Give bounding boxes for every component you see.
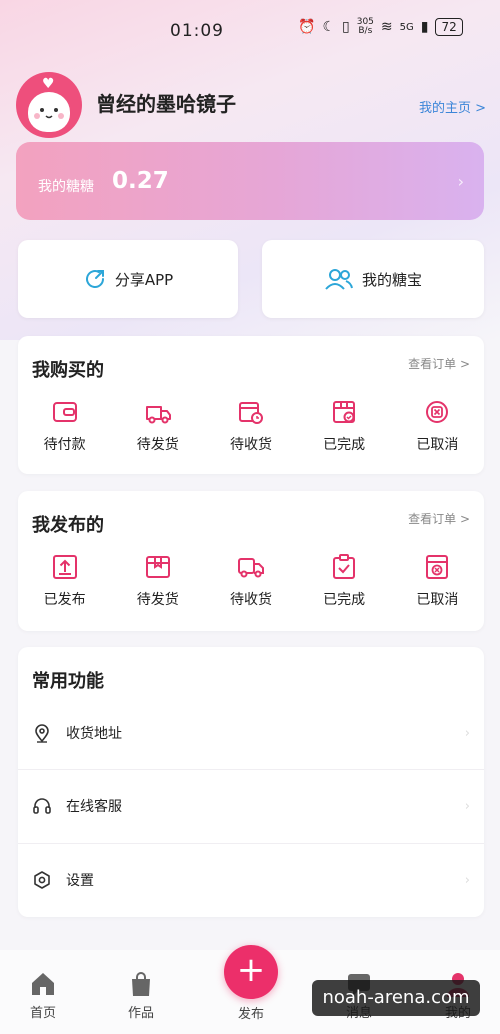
bought-title: 我购买的 [32, 360, 104, 381]
sugar-label: 我的糖糖 [38, 179, 94, 195]
vibrate-icon: ▯ [342, 19, 350, 35]
delivery-truck-icon [237, 558, 264, 578]
common-functions-card: 常用功能 收货地址 › 在线客服 › 设置 › [18, 647, 484, 917]
moon-icon: ☾ [322, 19, 335, 35]
share-icon [85, 270, 104, 288]
cat-avatar-icon [28, 92, 70, 132]
chevron-right-icon: › [464, 798, 470, 814]
profile-header: ♥ 曾经的墨哈镜子 我的主页 > [16, 70, 486, 140]
tab-works[interactable]: 作品 [111, 970, 171, 1021]
avatar[interactable]: ♥ [16, 72, 82, 138]
published-pending-shipment[interactable]: 待发货 [111, 553, 204, 609]
net-speed: 305 B/s [356, 17, 374, 36]
customer-service-row[interactable]: 在线客服 › [18, 769, 484, 842]
completed-box-icon [333, 401, 356, 423]
wallet-icon [52, 402, 77, 422]
published-title: 我发布的 [32, 515, 104, 536]
location-pin-icon [35, 724, 49, 743]
tools-title: 常用功能 [32, 671, 104, 692]
tab-home[interactable]: 首页 [13, 970, 73, 1021]
status-time: 01:09 [170, 21, 224, 41]
username: 曾经的墨哈镜子 [96, 92, 236, 116]
share-app-button[interactable]: 分享APP [18, 240, 238, 318]
bought-view-orders-link[interactable]: 查看订单 > [408, 355, 470, 372]
clock-box-icon [238, 402, 263, 424]
headset-icon [33, 798, 51, 814]
heart-icon: ♥ [42, 76, 55, 92]
bought-pending-payment[interactable]: 待付款 [18, 398, 111, 454]
bought-pending-shipment[interactable]: 待发货 [111, 398, 204, 454]
clipboard-check-icon [333, 554, 356, 579]
bought-status-row: 待付款 待发货 待收货 已完成 已取消 [18, 398, 484, 454]
bought-pending-receipt[interactable]: 待收货 [204, 398, 297, 454]
settings-icon [34, 871, 50, 889]
signal-icon: ▮ [420, 19, 429, 35]
upload-icon [52, 555, 77, 579]
sugar-balance-card[interactable]: 我的糖糖 0.27 › [16, 142, 484, 220]
chevron-right-icon: › [464, 872, 470, 888]
chevron-right-icon: › [464, 725, 470, 741]
publish-label: 发布 [237, 1007, 264, 1022]
cancel-circle-icon [426, 401, 449, 423]
published-pending-receipt[interactable]: 待收货 [204, 553, 297, 609]
my-treasure-label: 我的糖宝 [361, 270, 422, 289]
bought-orders-card: 我购买的 查看订单 > 待付款 待发货 待收货 已完成 已取消 [18, 336, 484, 474]
battery-indicator: 72 [435, 18, 463, 36]
signal-label: 5G [399, 21, 414, 33]
settings-row[interactable]: 设置 › [18, 843, 484, 916]
my-treasure-button[interactable]: 我的糖宝 [262, 240, 484, 318]
published-listed[interactable]: 已发布 [18, 553, 111, 609]
share-app-label: 分享APP [114, 270, 174, 289]
shipping-truck-icon [145, 406, 171, 424]
bought-cancelled[interactable]: 已取消 [391, 398, 484, 454]
cancel-box-icon [426, 555, 449, 579]
chevron-right-icon: › [457, 172, 464, 191]
status-icons: ⏰ ☾ ▯ 305 B/s ≋ 5G ▮ 72 [298, 18, 463, 36]
home-icon [32, 973, 54, 995]
my-home-link[interactable]: 我的主页 > [419, 97, 486, 116]
shipping-address-row[interactable]: 收货地址 › [18, 697, 484, 769]
published-completed[interactable]: 已完成 [298, 553, 391, 609]
publish-button[interactable]: + [224, 945, 278, 999]
published-orders-card: 我发布的 查看订单 > 已发布 待发货 待收货 已完成 已取消 [18, 491, 484, 631]
alarm-icon: ⏰ [298, 19, 316, 35]
published-status-row: 已发布 待发货 待收货 已完成 已取消 [18, 553, 484, 609]
package-icon [145, 556, 170, 578]
watermark: noah-arena.com [312, 980, 480, 1016]
sugar-value: 0.27 [112, 168, 169, 194]
status-bar: 01:09 ⏰ ☾ ▯ 305 B/s ≋ 5G ▮ 72 [0, 0, 500, 60]
published-cancelled[interactable]: 已取消 [391, 553, 484, 609]
users-icon [325, 269, 353, 290]
shopping-bag-icon [132, 972, 150, 996]
bought-completed[interactable]: 已完成 [298, 398, 391, 454]
wifi-icon: ≋ [380, 19, 393, 35]
published-view-orders-link[interactable]: 查看订单 > [408, 510, 470, 527]
